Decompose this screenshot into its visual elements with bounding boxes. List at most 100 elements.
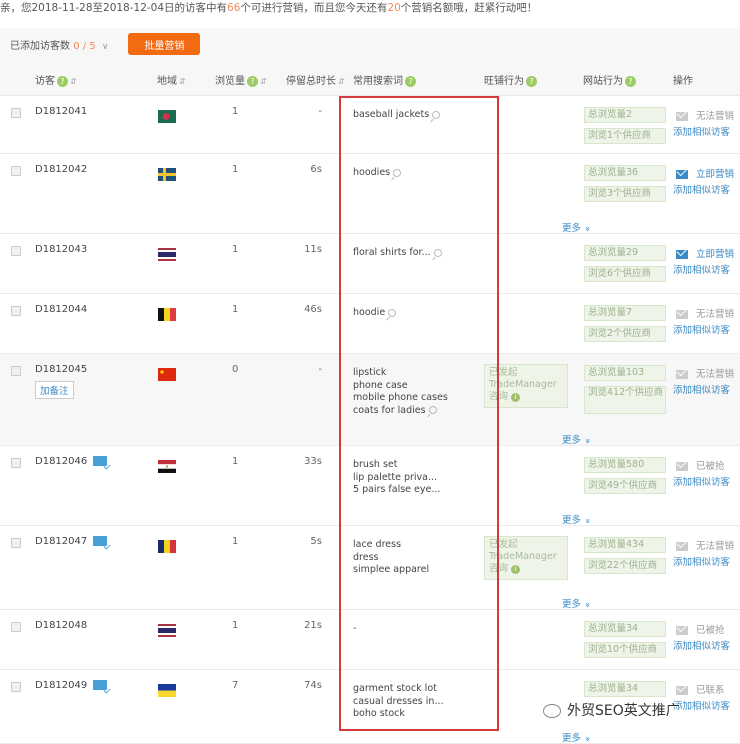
page-views: 1 bbox=[232, 620, 239, 631]
row-checkbox[interactable] bbox=[11, 366, 21, 376]
search-keywords: hoodies bbox=[353, 167, 402, 180]
stay-duration: - bbox=[318, 106, 322, 117]
visitor-id[interactable]: D1812048 bbox=[35, 620, 87, 631]
visitor-id[interactable]: D1812043 bbox=[35, 244, 87, 255]
flag-egypt-icon bbox=[158, 460, 176, 473]
add-similar-visitors-link[interactable]: 添加相似访客 bbox=[673, 638, 730, 652]
table-row: D1812047 1 5s lace dress dress simplee appare… bbox=[0, 526, 740, 610]
keyword-item: simplee apparel bbox=[353, 564, 430, 575]
business-card-icon[interactable] bbox=[93, 680, 108, 690]
flag-thailand-icon bbox=[158, 624, 176, 637]
row-checkbox[interactable] bbox=[11, 458, 21, 468]
wechat-icon bbox=[543, 704, 561, 718]
stay-duration: 74s bbox=[304, 680, 322, 691]
suppliers-viewed: 浏览412个供应商 bbox=[584, 386, 666, 414]
page-views: 0 bbox=[232, 364, 239, 375]
page-views: 1 bbox=[232, 456, 239, 467]
add-similar-visitors-link[interactable]: 添加相似访客 bbox=[673, 262, 730, 276]
header-duration[interactable]: 停留总时长 ⇵ bbox=[286, 72, 345, 87]
sort-icon[interactable]: ⇵ bbox=[260, 77, 267, 86]
add-similar-visitors-link[interactable]: 添加相似访客 bbox=[673, 554, 730, 568]
more-toggle[interactable]: 更多 » bbox=[562, 432, 592, 446]
more-toggle[interactable]: 更多 » bbox=[562, 220, 592, 234]
row-checkbox[interactable] bbox=[11, 246, 21, 256]
marketing-status[interactable]: 立即营销 bbox=[676, 166, 734, 180]
mail-icon bbox=[676, 542, 688, 551]
visitor-id[interactable]: D1812044 bbox=[35, 304, 87, 315]
sort-icon[interactable]: ⇵ bbox=[179, 77, 186, 86]
info-icon[interactable]: i bbox=[511, 393, 521, 402]
search-icon[interactable] bbox=[428, 406, 437, 414]
sort-icon[interactable]: ⇵ bbox=[70, 77, 77, 86]
visitor-id[interactable]: D1812041 bbox=[35, 106, 87, 117]
sort-icon[interactable]: ⇵ bbox=[338, 77, 345, 86]
added-visitors-dropdown[interactable]: 已添加访客数 0 / 5 ∨ bbox=[10, 37, 108, 52]
search-keywords: - bbox=[353, 623, 356, 636]
keyword-item: dress bbox=[353, 551, 379, 563]
visitor-id[interactable]: D1812047 bbox=[35, 536, 108, 547]
keyword-item: baseball jackets bbox=[353, 109, 441, 122]
more-toggle[interactable]: 更多 » bbox=[562, 512, 592, 526]
header-action: 操作 bbox=[673, 76, 693, 87]
flag-bangladesh-icon bbox=[158, 110, 176, 123]
stay-duration: 21s bbox=[304, 620, 322, 631]
visitor-id[interactable]: D1812049 bbox=[35, 680, 108, 691]
search-icon[interactable] bbox=[433, 248, 442, 257]
chevron-down-icon: » bbox=[581, 602, 592, 608]
header-visitor[interactable]: 访客? ⇵ bbox=[35, 72, 77, 87]
marketing-status: 已被抢 bbox=[676, 622, 725, 636]
help-icon[interactable]: ? bbox=[405, 75, 416, 87]
add-similar-visitors-link[interactable]: 添加相似访客 bbox=[673, 698, 730, 712]
search-icon[interactable] bbox=[393, 168, 402, 177]
toolbar: 已添加访客数 0 / 5 ∨ 批量营销 bbox=[0, 28, 740, 60]
more-toggle[interactable]: 更多 » bbox=[562, 596, 592, 610]
search-keywords: brush set lip palette priva... 5 pairs fal… bbox=[353, 459, 440, 497]
search-keywords: floral shirts for... bbox=[353, 247, 442, 260]
stay-duration: 11s bbox=[304, 244, 322, 255]
mail-icon bbox=[676, 370, 688, 379]
table-header: 访客? ⇵ 地域 ⇵ 浏览量? ⇵ 停留总时长 ⇵ 常用搜索词? 旺铺行为? 网站行为?… bbox=[0, 60, 740, 96]
add-similar-visitors-link[interactable]: 添加相似访客 bbox=[673, 382, 730, 396]
more-toggle[interactable]: 更多 » bbox=[562, 730, 592, 744]
total-page-views: 总浏览量7 bbox=[584, 305, 666, 321]
stay-duration: 6s bbox=[310, 164, 322, 175]
add-similar-visitors-link[interactable]: 添加相似访客 bbox=[673, 322, 730, 336]
table-row: D1812042 1 6s hoodies 总浏览量36 浏览3个供应商 立即营销 添加相似访… bbox=[0, 154, 740, 234]
bulk-marketing-button[interactable]: 批量营销 bbox=[128, 33, 201, 55]
chevron-down-icon: ∨ bbox=[101, 41, 109, 52]
suppliers-viewed: 浏览10个供应商 bbox=[584, 642, 666, 658]
business-card-icon[interactable] bbox=[93, 456, 108, 466]
business-card-icon[interactable] bbox=[93, 536, 108, 546]
search-icon[interactable] bbox=[388, 308, 397, 317]
search-keywords: hoodie bbox=[353, 307, 397, 320]
visitor-id[interactable]: D1812046 bbox=[35, 456, 108, 467]
info-icon[interactable]: i bbox=[511, 565, 521, 574]
trademanager-status: 已发起 TradeManager 咨询 i bbox=[484, 364, 568, 408]
keyword-item: lipstick bbox=[353, 367, 387, 378]
header-region[interactable]: 地域 ⇵ bbox=[157, 72, 186, 87]
page-views: 1 bbox=[232, 244, 239, 255]
marketing-status[interactable]: 立即营销 bbox=[676, 246, 734, 260]
help-icon[interactable]: ? bbox=[625, 75, 636, 87]
header-page-views[interactable]: 浏览量? ⇵ bbox=[215, 72, 267, 87]
add-similar-visitors-link[interactable]: 添加相似访客 bbox=[673, 124, 730, 138]
help-icon[interactable]: ? bbox=[57, 75, 68, 87]
stay-duration: 33s bbox=[304, 456, 322, 467]
add-remark-button[interactable]: 加备注 bbox=[35, 381, 74, 399]
row-checkbox[interactable] bbox=[11, 108, 21, 118]
row-checkbox[interactable] bbox=[11, 166, 21, 176]
row-checkbox[interactable] bbox=[11, 682, 21, 692]
help-icon[interactable]: ? bbox=[526, 75, 537, 87]
add-similar-visitors-link[interactable]: 添加相似访客 bbox=[673, 182, 730, 196]
visitor-id[interactable]: D1812045 bbox=[35, 364, 87, 375]
search-icon[interactable] bbox=[432, 110, 441, 119]
row-checkbox[interactable] bbox=[11, 538, 21, 548]
row-checkbox[interactable] bbox=[11, 306, 21, 316]
keyword-item: lace dress bbox=[353, 539, 402, 550]
row-checkbox[interactable] bbox=[11, 622, 21, 632]
chevron-down-icon: » bbox=[581, 226, 592, 232]
add-similar-visitors-link[interactable]: 添加相似访客 bbox=[673, 474, 730, 488]
total-page-views: 总浏览量29 bbox=[584, 245, 666, 261]
visitor-id[interactable]: D1812042 bbox=[35, 164, 87, 175]
help-icon[interactable]: ? bbox=[247, 75, 258, 87]
